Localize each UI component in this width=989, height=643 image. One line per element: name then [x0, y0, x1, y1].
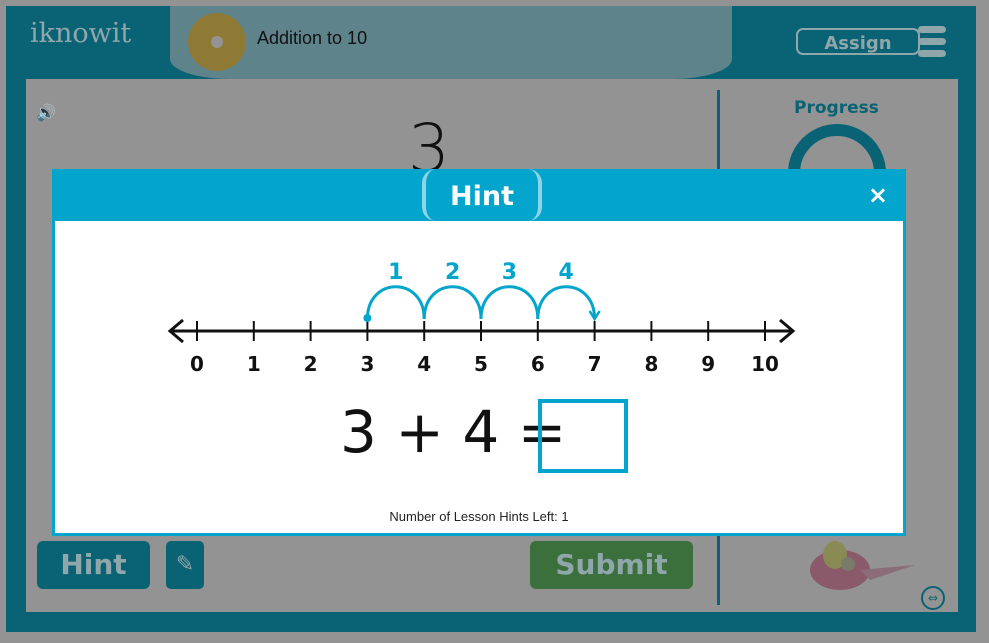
assign-button[interactable]: Assign [796, 28, 920, 55]
tick-label: 4 [417, 352, 431, 376]
number-line: 0 1 2 3 4 5 6 7 8 9 10 1 2 3 4 [167, 260, 796, 376]
hint-modal: Hint × 0 1 2 3 4 5 6 7 8 9 10 1 2 3 4 3 + 4 = Number o… [52, 169, 906, 536]
mascot-image [810, 541, 915, 590]
expand-icon[interactable]: ⇔ [921, 586, 945, 610]
submit-button[interactable]: Submit [530, 541, 693, 589]
tick-label: 7 [588, 352, 602, 376]
jump-arc [422, 285, 483, 320]
jump-arc [536, 285, 597, 320]
lesson-title: Addition to 10 [257, 28, 368, 48]
tick-label: 3 [360, 352, 374, 376]
tick-label: 8 [644, 352, 658, 376]
close-icon[interactable]: × [868, 181, 888, 209]
hints-left: Number of Lesson Hints Left: 1 [389, 509, 569, 524]
modal-header: Hint × [52, 169, 906, 221]
jump-label: 1 [388, 260, 403, 285]
modal-body: 0 1 2 3 4 5 6 7 8 9 10 1 2 3 4 3 + 4 = Number of Lesso… [55, 221, 903, 533]
tick-label: 5 [474, 352, 488, 376]
pencil-icon[interactable]: ✎ [166, 541, 204, 589]
jump-label: 4 [559, 260, 574, 285]
answer-box[interactable] [538, 399, 628, 473]
jump-label: 2 [445, 260, 460, 285]
logo[interactable]: iknowit [30, 18, 131, 49]
tick-label: 1 [247, 352, 261, 376]
progress-label: Progress [794, 98, 879, 118]
lesson-banner [170, 6, 732, 79]
hint-button[interactable]: Hint [37, 541, 150, 589]
tick-label: 10 [751, 352, 779, 376]
speaker-icon[interactable]: 🔊 [36, 103, 56, 122]
tick-label: 9 [701, 352, 715, 376]
jump-arc [479, 285, 540, 320]
lesson-badge-icon [188, 13, 246, 71]
tick-label: 6 [531, 352, 545, 376]
tick-label: 2 [304, 352, 318, 376]
equation: 3 + 4 = [340, 398, 567, 466]
modal-title: Hint [422, 169, 542, 221]
tick-label: 0 [190, 352, 204, 376]
jump-arc [365, 285, 426, 320]
jump-label: 3 [502, 260, 517, 285]
menu-icon[interactable] [918, 26, 946, 62]
